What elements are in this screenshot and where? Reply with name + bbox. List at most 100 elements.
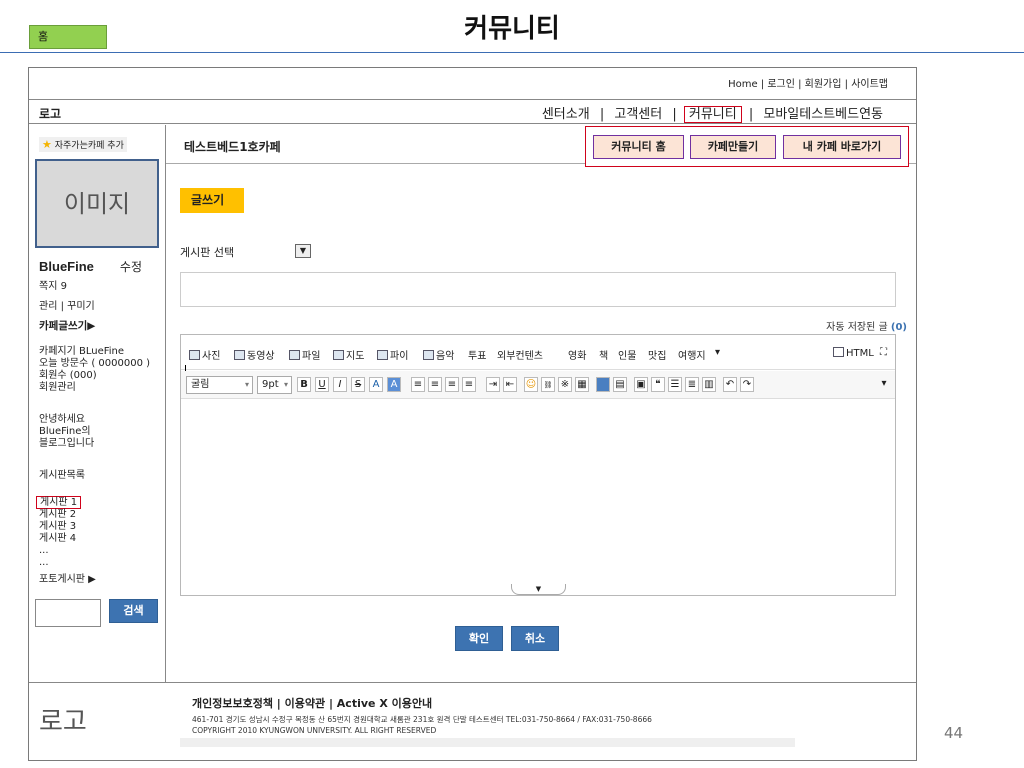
insert-photo-button[interactable]: 사진 [189,347,220,362]
insert-file-button[interactable]: 파일 [289,347,320,362]
search-button[interactable]: 검색 [109,599,158,623]
play-icon [234,350,245,360]
cafe-button-group: 커뮤니티 홈 카페만들기 내 카페 바로가기 [585,126,909,167]
background-icon[interactable] [596,377,610,392]
html-label: HTML [846,348,874,359]
chevron-down-icon[interactable]: ▼ [295,244,311,258]
toolbar-label: 음악 [436,351,455,362]
nav-mobile-testbed[interactable]: 모바일테스트베드연동 [760,107,886,122]
star-icon: ★ [42,138,52,151]
indent-icon[interactable]: ⇥ [486,377,500,392]
write-tab[interactable]: 글쓰기 [180,188,244,213]
insert-map-button[interactable]: 지도 [333,347,364,362]
layout-icon[interactable]: ▤ [613,377,627,392]
insert-movie-button[interactable]: 영화 [568,347,586,362]
insert-poll-button[interactable]: 투표 [468,347,486,362]
board-link-label: 게시판 1 [36,496,82,509]
insert-restaurant-button[interactable]: 맛집 [648,347,666,362]
autosave-link[interactable]: 자동 저장된 글 (0) [826,318,907,333]
post-title-input[interactable] [180,272,896,307]
align-justify-icon[interactable]: ≡ [462,377,476,392]
save-icon[interactable]: ▥ [702,377,716,392]
table-icon[interactable]: ▦ [575,377,589,392]
chevron-down-icon[interactable]: ▾ [715,347,720,358]
insert-book-button[interactable]: 책 [599,347,608,362]
board-link[interactable]: 게시판 2 [39,509,76,521]
align-right-icon[interactable]: ≡ [445,377,459,392]
footer-links[interactable]: 개인정보보호정책 | 이용약관 | Active X 이용안내 [192,695,432,711]
add-favorite-cafe[interactable]: ★ 자주가는카페 추가 [39,137,127,152]
highlight-color-icon[interactable]: A [387,377,401,392]
board-link[interactable]: 게시판 1 [36,496,82,509]
chart-icon [377,350,388,360]
board-link[interactable]: 게시판 4 [39,533,76,545]
font-family-select[interactable]: 굴림 ▾ [186,376,253,394]
board-link[interactable]: 게시판 3 [39,521,76,533]
horizontal-rule-icon[interactable]: ☰ [668,377,682,392]
line-spacing-icon[interactable]: ≣ [685,377,699,392]
header-logo[interactable]: 로고 [39,105,61,122]
font-size-select[interactable]: 9pt ▾ [257,376,292,394]
nav-center-intro[interactable]: 센터소개 [539,107,593,122]
toolbar-label: 파이 [390,351,409,362]
insert-external-content-button[interactable]: 외부컨텐츠 [497,347,543,362]
align-left-icon[interactable]: ≡ [411,377,425,392]
confirm-button[interactable]: 확인 [455,626,503,651]
template-icon[interactable]: ▣ [634,377,648,392]
utility-links[interactable]: Home | 로그인 | 회원가입 | 사이트맵 [728,75,888,90]
board-link-more: ... [39,557,49,568]
editor-content-area[interactable] [181,400,895,596]
insert-video-button[interactable]: 동영상 [234,347,275,362]
autosave-label: 자동 저장된 글 [826,322,888,333]
edit-profile-link[interactable]: 수정 [120,260,142,274]
font-size-value: 9pt [262,379,279,390]
community-home-button[interactable]: 커뮤니티 홈 [593,135,684,159]
photo-board-link[interactable]: 포토게시판 ▶ [39,574,96,586]
my-cafe-button[interactable]: 내 카페 바로가기 [783,135,901,159]
quote-icon[interactable]: ❝ [651,377,665,392]
nav-customer-center[interactable]: 고객센터 [611,107,665,122]
special-char-icon[interactable]: ※ [558,377,572,392]
board-select[interactable]: 게시판 선택 [180,244,234,260]
global-nav: 센터소개 | 고객센터 | 커뮤니티 | 모바일테스트베드연동 [539,103,886,123]
link-icon[interactable]: ⛓ [541,377,555,392]
strikethrough-icon[interactable]: S [351,377,365,392]
html-toggle[interactable]: HTML [833,347,874,359]
header-bar: 로고 센터소개 | 고객센터 | 커뮤니티 | 모바일테스트베드연동 [29,99,916,124]
insert-music-button[interactable]: 음악 [423,347,454,362]
text-color-icon[interactable]: A [369,377,383,392]
bold-icon[interactable]: B [297,377,311,392]
message-link[interactable]: 쪽지 9 [39,281,67,293]
search-input[interactable] [35,599,101,627]
insert-travel-button[interactable]: 여행지 [678,347,706,362]
cancel-button[interactable]: 취소 [511,626,559,651]
footer-bar [180,738,795,747]
font-family-value: 굴림 [191,379,210,390]
footer-divider [29,682,916,683]
nav-community[interactable]: 커뮤니티 [683,106,742,123]
autosave-count: (0) [890,322,907,333]
footer-logo: 로고 [39,707,87,737]
manage-links[interactable]: 관리 | 꾸미기 [39,301,95,313]
italic-icon[interactable]: I [333,377,347,392]
insert-person-button[interactable]: 인물 [618,347,636,362]
underline-icon[interactable]: U [315,377,329,392]
toolbar-label: 지도 [346,351,365,362]
emoticon-icon[interactable]: ☺ [524,377,538,392]
outdent-icon[interactable]: ⇤ [503,377,517,392]
photo-icon [189,350,200,360]
member-manage-link[interactable]: 회원관리 [39,382,76,394]
nav-separator: | [748,107,754,122]
insert-toolbar: 사진 동영상 파일 지도 파이 음악 투표 외부컨텐츠 영화 책 인물 맛집 여… [181,335,895,370]
create-cafe-button[interactable]: 카페만들기 [690,135,776,159]
greeting-line: 안녕하세요 [39,414,85,425]
format-toolbar: 굴림 ▾ 9pt ▾ B U I S A A ≡ ≡ ≡ ≡ ⇥ ⇤ ☺ ⛓ ※ ▦… [181,371,895,399]
redo-icon[interactable]: ↷ [740,377,754,392]
align-center-icon[interactable]: ≡ [428,377,442,392]
fullscreen-icon[interactable]: ⛶ [880,347,887,358]
insert-pie-button[interactable]: 파이 [377,347,408,362]
undo-icon[interactable]: ↶ [723,377,737,392]
resize-handle[interactable]: ▼ [511,584,566,595]
cafe-write-link[interactable]: 카페글쓰기▶ [39,320,95,332]
chevron-down-icon[interactable]: ▾ [877,377,891,392]
